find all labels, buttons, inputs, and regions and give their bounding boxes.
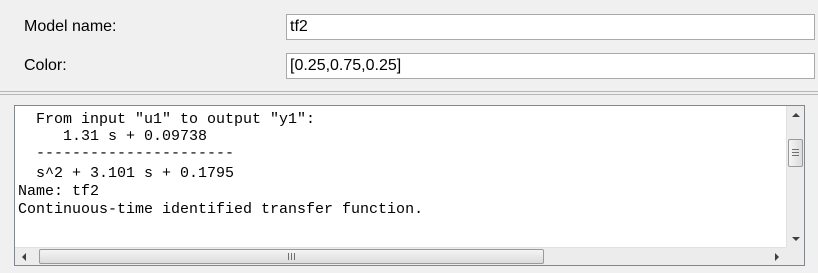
model-info-text[interactable]: From input "u1" to output "y1": 1.31 s +…: [15, 106, 786, 248]
text-line: s^2 + 3.101 s + 0.1795: [18, 165, 235, 182]
arrow-right-icon[interactable]: [775, 253, 779, 261]
grip-line: [294, 253, 295, 260]
color-field[interactable]: [286, 53, 815, 79]
model-info-text-pane[interactable]: From input "u1" to output "y1": 1.31 s +…: [14, 105, 805, 266]
text-line: From input "u1" to output "y1":: [18, 111, 316, 128]
text-line: ----------------------: [18, 145, 235, 162]
grip-line: [288, 253, 289, 260]
grip-line: [291, 253, 292, 260]
vertical-scrollbar[interactable]: [786, 106, 804, 248]
color-label: Color:: [24, 57, 67, 74]
grip-line: [792, 149, 799, 150]
arrow-down-icon[interactable]: [792, 237, 800, 241]
horizontal-scrollbar[interactable]: [15, 247, 786, 265]
text-line: 1.31 s + 0.09738: [18, 128, 208, 145]
model-name-field[interactable]: [286, 14, 815, 40]
properties-form: Model name: Color:: [0, 0, 818, 86]
text-line: Continuous-time identified transfer func…: [18, 201, 424, 218]
model-name-row: Model name:: [0, 14, 818, 44]
grip-line: [792, 155, 799, 156]
arrow-up-icon[interactable]: [792, 113, 800, 117]
horizontal-scroll-thumb[interactable]: [39, 249, 544, 264]
color-row: Color:: [0, 53, 818, 83]
scrollbar-corner: [786, 247, 804, 265]
vertical-scroll-thumb[interactable]: [788, 139, 803, 167]
text-line: Name: tf2: [18, 183, 100, 200]
splitter-divider[interactable]: [0, 91, 818, 95]
grip-line: [792, 152, 799, 153]
arrow-left-icon[interactable]: [22, 253, 26, 261]
model-name-label: Model name:: [24, 18, 117, 35]
